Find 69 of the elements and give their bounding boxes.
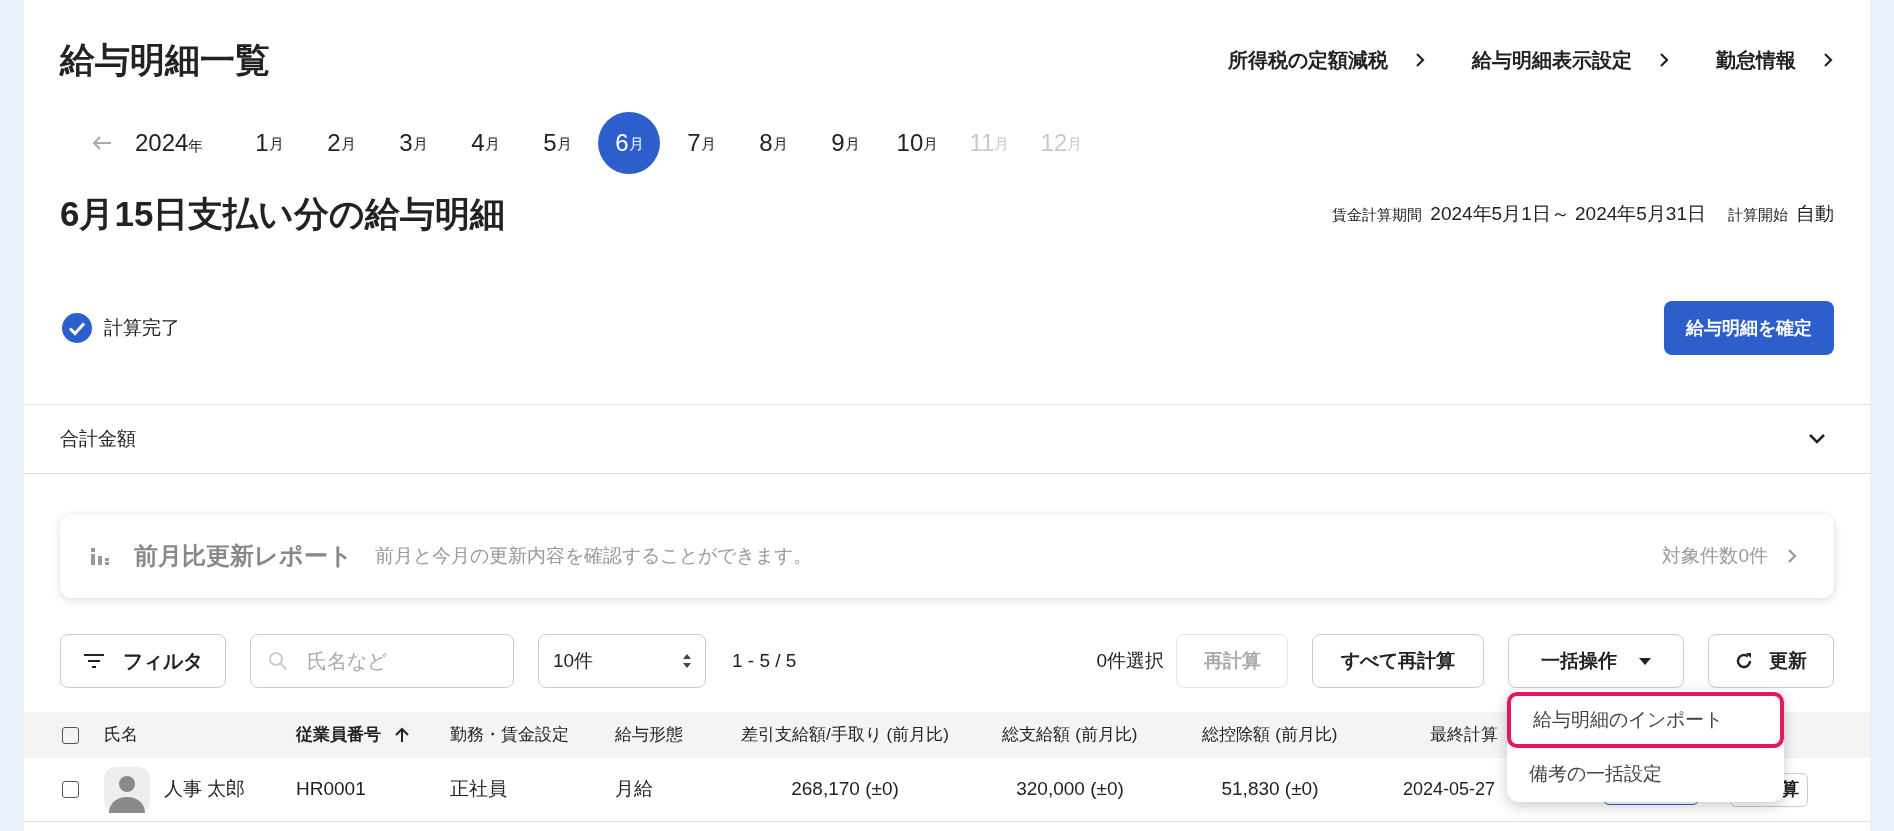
table-cell-text: 2024-05-27	[1403, 778, 1496, 801]
report-count: 対象件数0件	[1662, 543, 1768, 568]
header-link[interactable]: 所得税の定額減税	[1228, 45, 1426, 76]
payslip-heading: 6月15日支払い分の給与明細	[60, 192, 506, 235]
column-header[interactable]: 総支給額 (前月比)	[970, 722, 1170, 748]
table-cell-text: 51,830 (±0)	[1221, 777, 1319, 802]
column-header[interactable]: 総控除額 (前月比)	[1170, 722, 1370, 748]
month-tab[interactable]: 7月	[670, 111, 733, 174]
search-icon	[268, 651, 288, 671]
sort-arrows-icon	[683, 654, 691, 668]
confirm-button[interactable]: 給与明細を確定	[1664, 301, 1834, 355]
column-header[interactable]: 給与形態	[615, 722, 720, 748]
column-header[interactable]: 差引支給額/手取り (前月比)	[720, 722, 970, 748]
pagination-range: 1 - 5 / 5	[732, 648, 798, 673]
month-tab[interactable]: 8月	[742, 111, 805, 174]
search-field[interactable]: 氏名など	[250, 634, 514, 688]
select-all-checkbox[interactable]	[62, 726, 79, 744]
report-title: 前月比更新レポート	[134, 541, 353, 571]
month-tab[interactable]: 9月	[814, 111, 877, 174]
table-cell-text: HR0001	[296, 777, 366, 802]
back-arrow-icon	[91, 134, 113, 151]
start-value: 自動	[1796, 201, 1834, 226]
bulk-actions-button[interactable]: 一括操作	[1508, 634, 1684, 688]
status-label: 計算完了	[104, 315, 180, 340]
chevron-right-icon	[1822, 52, 1834, 69]
month-tab[interactable]: 6月	[598, 111, 661, 174]
chevron-right-icon	[1658, 52, 1670, 69]
table-cell-text: 人事 太郎	[164, 777, 246, 802]
chart-icon	[90, 546, 110, 566]
month-tab[interactable]: 5月	[526, 111, 589, 174]
header-link[interactable]: 勤怠情報	[1716, 45, 1834, 76]
filter-button[interactable]: フィルタ	[60, 634, 226, 688]
start-label: 計算開始	[1728, 204, 1788, 225]
caret-icon	[1639, 657, 1651, 665]
month-tab[interactable]: 4月	[454, 111, 517, 174]
period-value: 2024年5月1日～ 2024年5月31日	[1430, 201, 1706, 226]
year-label: 2024年	[135, 127, 204, 158]
menu-item[interactable]: 備考の一括設定	[1507, 748, 1784, 800]
menu-item[interactable]: 給与明細のインポート	[1507, 692, 1784, 748]
selected-count: 0件選択	[1096, 648, 1164, 673]
per-page-select[interactable]: 10件	[538, 634, 706, 688]
table-cell-text: 月給	[615, 777, 653, 802]
table-cell-text: 268,170 (±0)	[791, 777, 899, 802]
chevron-right-icon	[1414, 52, 1426, 69]
chevron-right-icon	[1786, 548, 1798, 564]
row-checkbox[interactable]	[62, 781, 79, 798]
recalc-all-button[interactable]: すべて再計算	[1312, 634, 1484, 688]
sort-up-arrow-icon	[395, 727, 409, 743]
table-cell-text: 正社員	[450, 777, 507, 802]
header-link[interactable]: 給与明細表示設定	[1472, 45, 1670, 76]
month-tab[interactable]: 3月	[382, 111, 445, 174]
column-header[interactable]: 従業員番号	[296, 722, 450, 748]
avatar-icon	[104, 766, 150, 813]
month-tab[interactable]: 1月	[238, 111, 301, 174]
chevron-down-icon	[1808, 433, 1826, 445]
table-cell-text: 320,000 (±0)	[1016, 777, 1124, 802]
column-header[interactable]: 勤務・賃金設定	[450, 722, 615, 748]
month-tab[interactable]: 10月	[886, 111, 949, 174]
column-header[interactable]: 氏名	[104, 722, 296, 748]
totals-label: 合計金額	[60, 426, 136, 451]
totals-row[interactable]: 合計金額	[24, 404, 1870, 474]
report-card[interactable]: 前月比更新レポート 前月と今月の更新内容を確認することができます。 対象件数0件	[60, 514, 1834, 598]
refresh-icon	[1735, 652, 1753, 670]
filter-icon	[83, 653, 105, 669]
refresh-button[interactable]: 更新	[1708, 634, 1834, 688]
report-description: 前月と今月の更新内容を確認することができます。	[375, 543, 813, 568]
month-tab[interactable]: 2月	[310, 111, 373, 174]
period-label: 賃金計算期間	[1332, 204, 1423, 225]
page-title: 給与明細一覧	[60, 39, 270, 81]
